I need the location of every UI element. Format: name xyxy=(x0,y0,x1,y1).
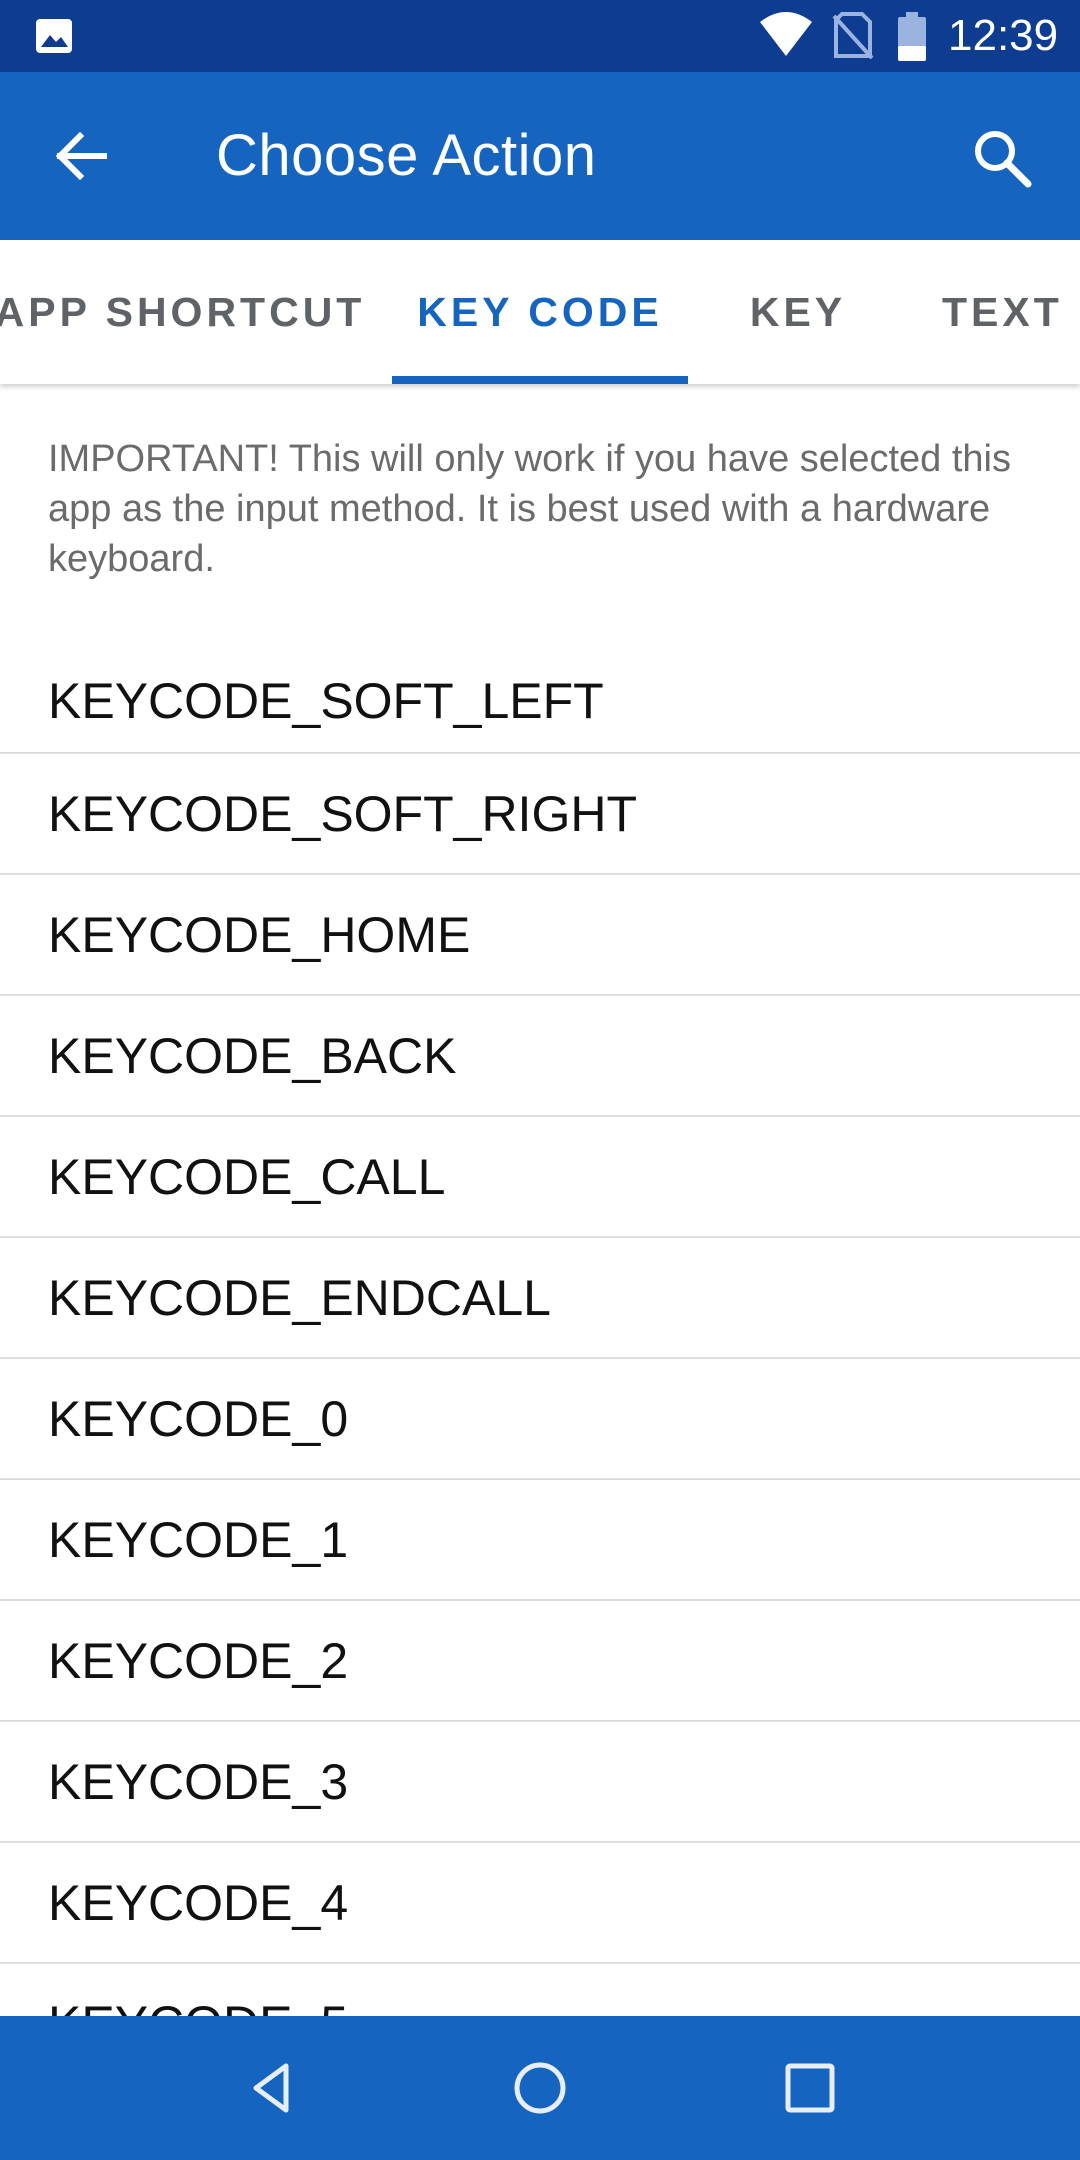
list-item[interactable]: KEYCODE_1 xyxy=(0,1480,1080,1601)
status-bar: 12:39 xyxy=(0,0,1080,72)
back-arrow-icon[interactable] xyxy=(46,124,118,188)
system-nav-bar xyxy=(0,2016,1080,2160)
no-sim-icon xyxy=(832,12,874,60)
input-method-notice: IMPORTANT! This will only work if you ha… xyxy=(48,438,1011,580)
page-title: Choose Action xyxy=(216,123,597,188)
list-item[interactable]: KEYCODE_SOFT_LEFT xyxy=(0,650,1080,754)
tab-text[interactable]: TEXT xyxy=(928,240,1080,384)
nav-home-icon[interactable] xyxy=(508,2056,572,2120)
nav-recents-icon[interactable] xyxy=(778,2056,842,2120)
list-item[interactable]: KEYCODE_3 xyxy=(0,1722,1080,1843)
app-bar: Choose Action xyxy=(0,72,1080,240)
tab-app-shortcut[interactable]: APP SHORTCUT xyxy=(0,240,361,384)
keycode-list: KEYCODE_SOFT_LEFT KEYCODE_SOFT_RIGHT KEY… xyxy=(0,650,1080,2016)
list-item[interactable]: KEYCODE_ENDCALL xyxy=(0,1238,1080,1359)
list-item[interactable]: KEYCODE_SOFT_RIGHT xyxy=(0,754,1080,875)
wifi-icon xyxy=(760,12,812,56)
content-area[interactable]: IMPORTANT! This will only work if you ha… xyxy=(0,384,1080,2016)
list-item[interactable]: KEYCODE_HOME xyxy=(0,875,1080,996)
list-item[interactable]: KEYCODE_2 xyxy=(0,1601,1080,1722)
tab-bar: APP SHORTCUT KEY CODE KEY TEXT xyxy=(0,240,1080,384)
gallery-icon xyxy=(36,19,72,53)
status-time: 12:39 xyxy=(948,11,1059,60)
list-item[interactable]: KEYCODE_BACK xyxy=(0,996,1080,1117)
list-item[interactable]: KEYCODE_4 xyxy=(0,1843,1080,1964)
list-item[interactable]: KEYCODE_CALL xyxy=(0,1117,1080,1238)
tab-key-code[interactable]: KEY CODE xyxy=(392,240,688,384)
active-tab-indicator xyxy=(392,376,688,384)
search-icon[interactable] xyxy=(970,126,1034,190)
list-item[interactable]: KEYCODE_5 xyxy=(0,1964,1080,2017)
nav-back-icon[interactable] xyxy=(240,2056,304,2120)
list-item[interactable]: KEYCODE_0 xyxy=(0,1359,1080,1480)
battery-icon xyxy=(898,12,926,61)
tab-key[interactable]: KEY xyxy=(728,240,868,384)
